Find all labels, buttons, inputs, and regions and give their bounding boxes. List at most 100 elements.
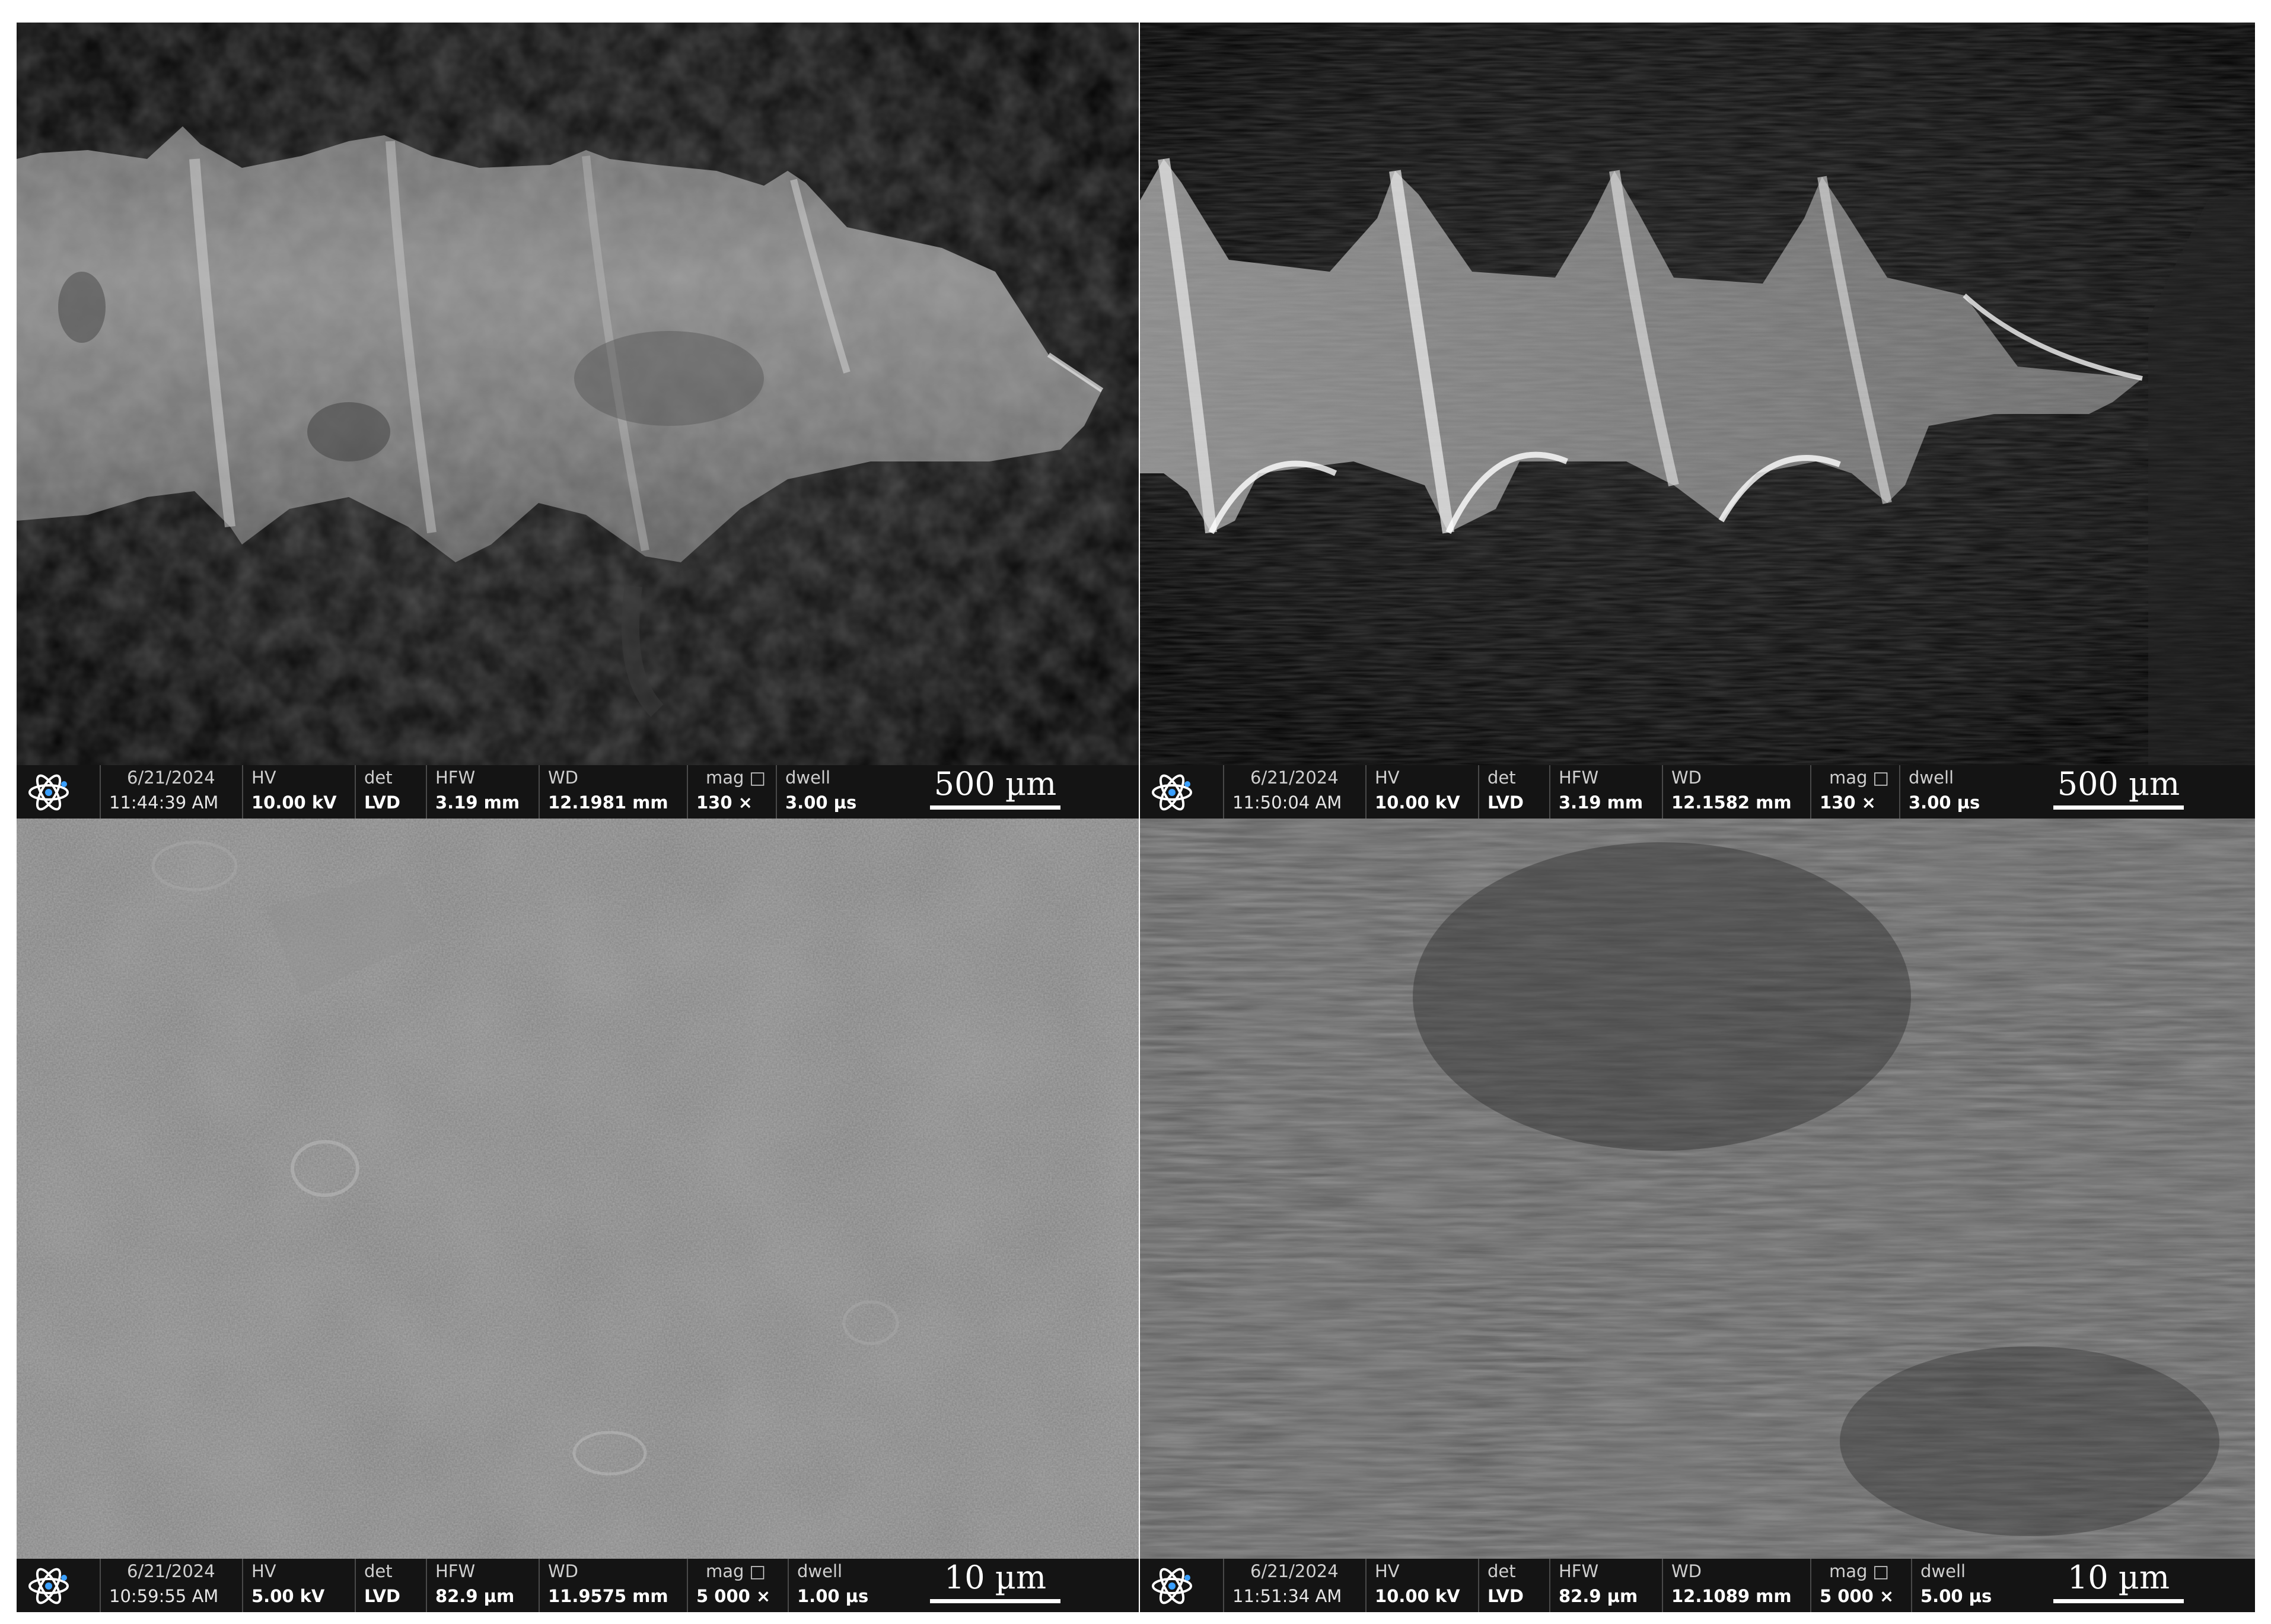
scale-bar: 10 µm (2053, 1559, 2184, 1612)
atom-logo-icon (1152, 774, 1192, 811)
det-cell: det LVD (1478, 765, 1549, 819)
wd-cell: WD 12.1981 mm (539, 765, 687, 819)
hfw-value: 82.9 µm (435, 1586, 515, 1606)
mag-cell: mag □ 130 × (687, 765, 776, 819)
dwell-cell: dwell 3.00 µs (776, 765, 865, 819)
scale-bar: 10 µm (930, 1559, 1060, 1612)
scale-bar-label: 10 µm (944, 1559, 1047, 1596)
sem-panel-top-right: 6/21/2024 11:50:04 AM HV 10.00 kV det LV… (1140, 23, 2255, 819)
hfw-cell: HFW 3.19 mm (426, 765, 539, 819)
sem-image-surface-2 (1140, 819, 2255, 1559)
wd-value: 12.1089 mm (1671, 1586, 1792, 1606)
mag-cell: mag □ 5 000 × (687, 1559, 788, 1612)
atom-logo-icon (1152, 1568, 1192, 1604)
sem-panel-bottom-right: 6/21/2024 11:51:34 AM HV 10.00 kV det LV… (1140, 819, 2255, 1612)
sem-image-thread-profile-2 (1140, 23, 2255, 765)
dwell-value: 3.00 µs (785, 792, 857, 813)
wd-label: WD (1671, 1561, 1702, 1581)
hv-cell: HV 5.00 kV (242, 1559, 355, 1612)
hfw-cell: HFW 3.19 mm (1549, 765, 1662, 819)
scale-bar-label: 500 µm (2057, 765, 2180, 803)
dwell-cell: dwell 5.00 µs (1911, 1559, 2000, 1612)
sem-data-bar: 6/21/2024 11:51:34 AM HV 10.00 kV det LV… (1140, 1559, 2255, 1612)
sem-image-surface-1 (17, 819, 1139, 1559)
scale-bar: 500 µm (930, 765, 1060, 819)
sem-panel-top-left: 6/21/2024 11:44:39 AM HV 10.00 kV det LV… (17, 23, 1139, 819)
det-value: LVD (1488, 792, 1524, 813)
sem-data-bar: 6/21/2024 11:50:04 AM HV 10.00 kV det LV… (1140, 765, 2255, 819)
scale-bar-line (2053, 805, 2184, 810)
mag-label: mag □ (706, 1561, 766, 1581)
hv-label: HV (1375, 1561, 1400, 1581)
wd-value: 12.1582 mm (1671, 792, 1792, 813)
hfw-value: 3.19 mm (435, 792, 520, 813)
datetime-cell: 6/21/2024 11:51:34 AM (1223, 1559, 1365, 1612)
det-label: det (364, 1561, 393, 1581)
scale-bar-line (2053, 1599, 2184, 1603)
date-text: 6/21/2024 (127, 1561, 215, 1581)
time-text: 10:59:55 AM (109, 1586, 219, 1606)
det-label: det (1488, 1561, 1516, 1581)
hv-cell: HV 10.00 kV (1365, 1559, 1478, 1612)
datetime-cell: 6/21/2024 11:50:04 AM (1223, 765, 1365, 819)
det-cell: det LVD (355, 1559, 426, 1612)
dwell-label: dwell (797, 1561, 843, 1581)
logo-cell (17, 765, 100, 819)
mag-cell: mag □ 5 000 × (1810, 1559, 1911, 1612)
wd-cell: WD 11.9575 mm (539, 1559, 687, 1612)
mag-label: mag □ (1829, 1561, 1890, 1581)
det-cell: det LVD (355, 765, 426, 819)
wd-cell: WD 12.1089 mm (1662, 1559, 1810, 1612)
scale-bar-label: 10 µm (2067, 1559, 2170, 1596)
hv-cell: HV 10.00 kV (1365, 765, 1478, 819)
mag-label: mag □ (1829, 768, 1890, 788)
wd-label: WD (548, 768, 579, 788)
logo-cell (17, 1559, 100, 1612)
det-value: LVD (364, 1586, 401, 1606)
wd-label: WD (1671, 768, 1702, 788)
dwell-label: dwell (785, 768, 831, 788)
scale-bar: 500 µm (2053, 765, 2184, 819)
wd-value: 12.1981 mm (548, 792, 668, 813)
det-value: LVD (1488, 1586, 1524, 1606)
hfw-label: HFW (435, 768, 476, 788)
date-text: 6/21/2024 (127, 768, 215, 788)
dwell-value: 5.00 µs (1920, 1586, 1992, 1606)
date-text: 6/21/2024 (1250, 768, 1339, 788)
datetime-cell: 6/21/2024 11:44:39 AM (100, 765, 242, 819)
mag-cell: mag □ 130 × (1810, 765, 1899, 819)
dwell-label: dwell (1909, 768, 1954, 788)
sem-panel-bottom-left: 6/21/2024 10:59:55 AM HV 5.00 kV det LVD… (17, 819, 1139, 1612)
sem-data-bar: 6/21/2024 10:59:55 AM HV 5.00 kV det LVD… (17, 1559, 1139, 1612)
hv-value: 10.00 kV (1375, 1586, 1460, 1606)
hfw-value: 82.9 µm (1559, 1586, 1638, 1606)
date-text: 6/21/2024 (1250, 1561, 1339, 1581)
hfw-value: 3.19 mm (1559, 792, 1643, 813)
hfw-cell: HFW 82.9 µm (426, 1559, 539, 1612)
logo-cell (1140, 765, 1223, 819)
hv-label: HV (251, 1561, 276, 1581)
det-value: LVD (364, 792, 401, 813)
dwell-cell: dwell 1.00 µs (788, 1559, 877, 1612)
wd-cell: WD 12.1582 mm (1662, 765, 1810, 819)
det-label: det (1488, 768, 1516, 788)
atom-logo-icon (28, 1568, 69, 1604)
hv-value: 5.00 kV (251, 1586, 325, 1606)
dwell-value: 1.00 µs (797, 1586, 869, 1606)
scale-bar-label: 500 µm (934, 765, 1057, 803)
scale-bar-line (930, 1599, 1060, 1603)
sem-image-thread-profile-1 (17, 23, 1139, 765)
hv-cell: HV 10.00 kV (242, 765, 355, 819)
time-text: 11:44:39 AM (109, 792, 219, 813)
sem-data-bar: 6/21/2024 11:44:39 AM HV 10.00 kV det LV… (17, 765, 1139, 819)
mag-label: mag □ (706, 768, 766, 788)
hv-value: 10.00 kV (251, 792, 337, 813)
mag-value: 130 × (1820, 792, 1876, 813)
det-label: det (364, 768, 393, 788)
hfw-label: HFW (435, 1561, 476, 1581)
hv-label: HV (251, 768, 276, 788)
time-text: 11:50:04 AM (1232, 792, 1342, 813)
datetime-cell: 6/21/2024 10:59:55 AM (100, 1559, 242, 1612)
dwell-value: 3.00 µs (1909, 792, 1980, 813)
hfw-label: HFW (1559, 1561, 1599, 1581)
